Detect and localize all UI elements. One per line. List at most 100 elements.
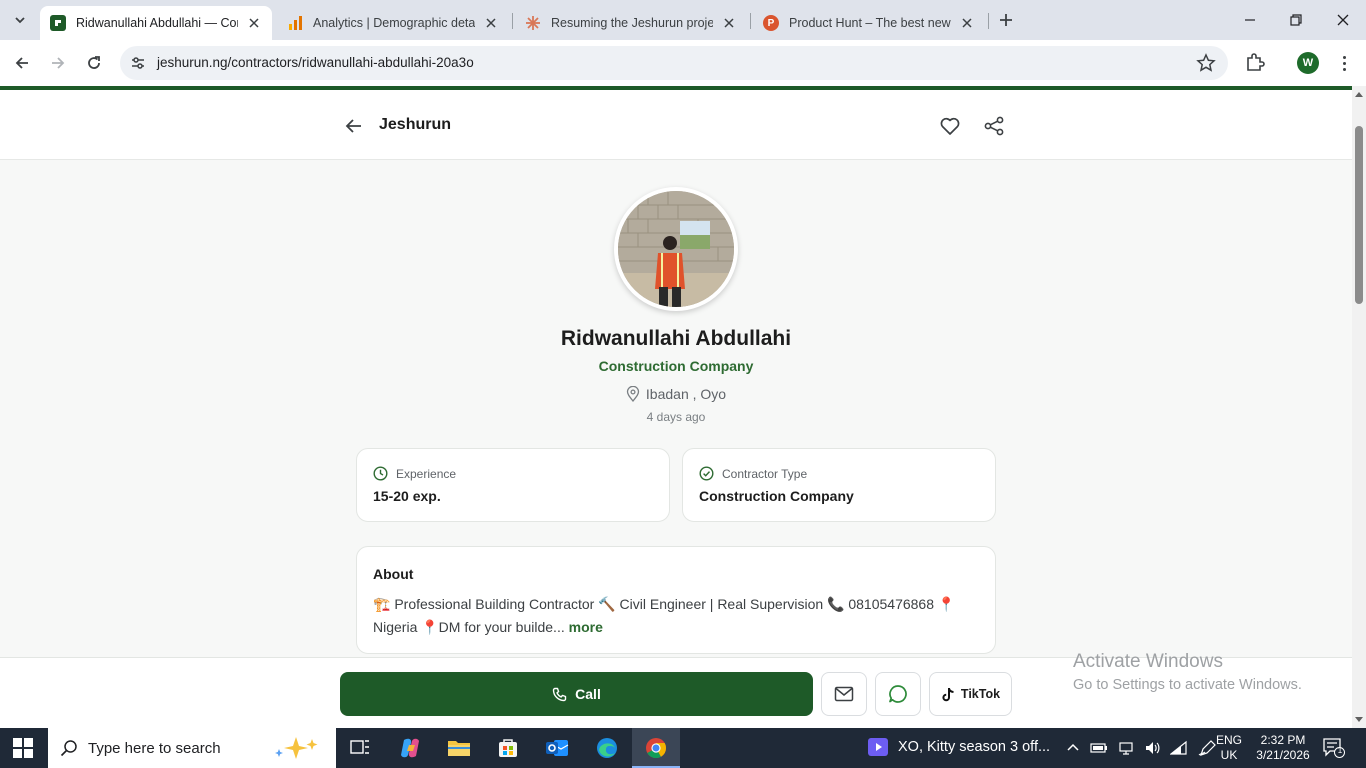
tab-product-hunt[interactable]: P Product Hunt – The best new p [753, 6, 985, 40]
restore-icon [1290, 14, 1302, 26]
claude-favicon-icon [525, 15, 541, 31]
tab-title: Analytics | Demographic details [313, 16, 475, 30]
tiktok-icon [942, 687, 954, 701]
back-arrow-icon[interactable] [343, 115, 365, 137]
contractor-type-value: Construction Company [699, 488, 854, 504]
tiktok-label: TikTok [960, 687, 1001, 701]
activate-title: Activate Windows [1073, 651, 1223, 672]
scroll-up-arrow-icon[interactable] [1355, 92, 1363, 97]
call-button[interactable]: Call [340, 672, 813, 716]
activate-subtitle: Go to Settings to activate Windows. [1073, 677, 1302, 693]
contractor-company: Construction Company [598, 358, 754, 374]
tab-title: Ridwanullahi Abdullahi — Cons [76, 16, 238, 30]
location-row: Ibadan , Oyo [0, 386, 1352, 402]
windows-activation-watermark: Activate Windows Go to Settings to activ… [1073, 651, 1302, 693]
chevron-down-icon [15, 17, 25, 24]
media-title: XO, Kitty season 3 off... [898, 739, 1051, 755]
browser-toolbar: jeshurun.ng/contractors/ridwanullahi-abd… [0, 40, 1366, 86]
close-tab-icon[interactable] [721, 15, 737, 31]
contractor-type-card: Contractor Type Construction Company [682, 448, 996, 522]
network-icon[interactable] [1118, 740, 1134, 756]
wifi-icon[interactable] [1170, 740, 1188, 756]
profile-avatar[interactable]: W [1297, 52, 1319, 74]
share-icon[interactable] [982, 114, 1006, 138]
outlook-icon[interactable] [543, 734, 571, 762]
reload-icon [88, 56, 100, 69]
browser-tab-strip: Ridwanullahi Abdullahi — Cons Analytics … [0, 0, 1366, 40]
whatsapp-button[interactable] [875, 672, 921, 716]
clock-icon [373, 466, 388, 481]
reload-button[interactable] [82, 51, 106, 75]
back-button[interactable] [10, 51, 34, 75]
copilot-icon[interactable] [396, 734, 424, 762]
close-tab-icon[interactable] [483, 15, 499, 31]
new-tab-button[interactable] [996, 10, 1016, 30]
scroll-down-arrow-icon[interactable] [1355, 717, 1363, 722]
scrollbar-thumb[interactable] [1355, 126, 1363, 304]
chevron-up-icon[interactable] [1066, 741, 1080, 755]
file-explorer-icon[interactable] [445, 734, 473, 762]
posted-time: 4 days ago [646, 410, 706, 424]
tab-title: Product Hunt – The best new p [789, 16, 951, 30]
email-button[interactable] [821, 672, 867, 716]
page-viewport: Jeshurun Ridwanullahi Abdullahi Construc… [0, 86, 1352, 728]
notification-count: 1 [1337, 746, 1343, 755]
language-indicator[interactable]: ENG UK [1216, 733, 1242, 763]
chrome-icon[interactable] [642, 734, 670, 762]
close-tab-icon[interactable] [959, 15, 975, 31]
map-pin-icon [626, 386, 640, 402]
arrow-right-icon [52, 57, 65, 69]
location-text: Ibadan , Oyo [645, 386, 727, 402]
extensions-puzzle-icon[interactable] [1243, 51, 1267, 75]
region-code: UK [1220, 748, 1238, 762]
about-text: 🏗️ Professional Building Contractor 🔨 Ci… [373, 593, 973, 639]
edge-icon[interactable] [593, 734, 621, 762]
experience-label: Experience [396, 466, 457, 481]
clock[interactable]: 2:32 PM 3/21/2026 [1254, 733, 1312, 763]
volume-icon[interactable] [1144, 740, 1160, 756]
clock-date: 3/21/2026 [1256, 748, 1310, 762]
language-code: ENG [1216, 733, 1243, 747]
tab-claude[interactable]: Resuming the Jeshurun project [515, 6, 747, 40]
about-card: About 🏗️ Professional Building Contracto… [356, 546, 996, 654]
heart-icon[interactable] [938, 114, 962, 138]
system-tray [1066, 740, 1216, 756]
contractor-name: Ridwanullahi Abdullahi [560, 327, 792, 350]
mail-icon [834, 686, 854, 702]
media-widget[interactable]: XO, Kitty season 3 off... [868, 738, 1050, 756]
microsoft-store-icon[interactable] [494, 734, 522, 762]
contractor-type-label: Contractor Type [722, 466, 808, 481]
battery-icon[interactable] [1090, 741, 1108, 755]
brand-title: Jeshurun [379, 116, 452, 133]
experience-value: 15-20 exp. [373, 488, 441, 504]
more-link[interactable]: more [569, 619, 603, 635]
restore-button[interactable] [1284, 8, 1308, 32]
forward-button[interactable] [46, 51, 70, 75]
tiktok-button[interactable]: TikTok [929, 672, 1012, 716]
tab-search-button[interactable] [8, 8, 32, 32]
browser-menu-icon[interactable] [1336, 52, 1352, 74]
check-circle-icon [699, 466, 714, 481]
clock-time: 2:32 PM [1260, 733, 1306, 747]
page-header: Jeshurun [0, 90, 1352, 160]
start-button[interactable] [13, 738, 33, 758]
tab-jeshurun[interactable]: Ridwanullahi Abdullahi — Cons [40, 6, 272, 40]
notification-center[interactable]: 1 [1323, 738, 1345, 758]
about-title: About [373, 566, 414, 582]
contractor-avatar [614, 187, 738, 311]
task-view-icon[interactable] [346, 734, 374, 762]
site-info-icon[interactable] [128, 53, 148, 73]
tab-title: Resuming the Jeshurun project [551, 16, 713, 30]
pen-icon[interactable] [1198, 740, 1216, 756]
tab-separator [512, 13, 513, 29]
address-bar[interactable]: jeshurun.ng/contractors/ridwanullahi-abd… [120, 46, 1228, 80]
page-scrollbar[interactable] [1352, 86, 1366, 728]
close-window-button[interactable] [1331, 8, 1355, 32]
taskbar-search[interactable]: Type here to search [48, 728, 336, 768]
minimize-button[interactable] [1238, 8, 1262, 32]
close-icon [1337, 14, 1349, 26]
close-tab-icon[interactable] [246, 15, 262, 31]
bookmark-star-icon[interactable] [1196, 53, 1216, 73]
plus-icon [1000, 14, 1012, 26]
tab-analytics[interactable]: Analytics | Demographic details [277, 6, 509, 40]
